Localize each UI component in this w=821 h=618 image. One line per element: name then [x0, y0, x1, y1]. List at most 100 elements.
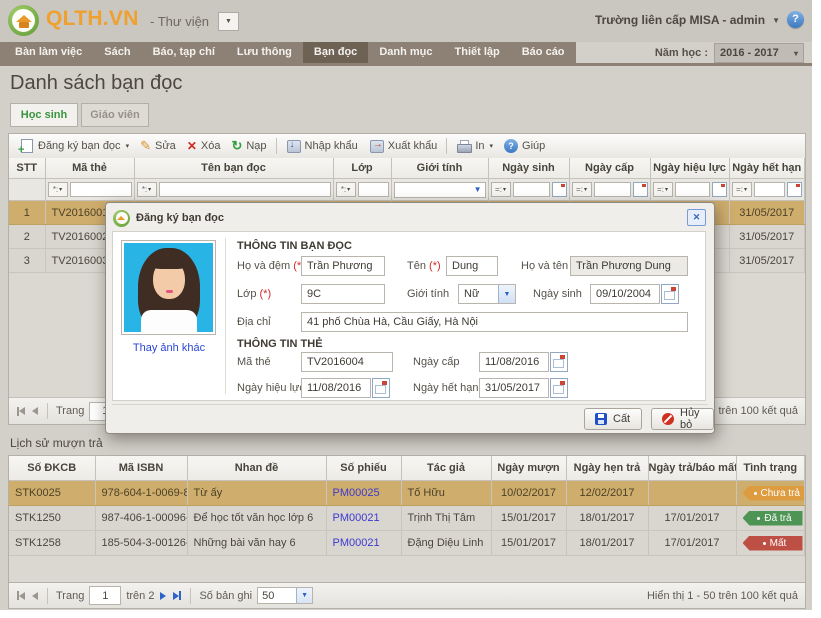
- help-icon[interactable]: ?: [787, 11, 804, 28]
- filter-input-ngay-het-han[interactable]: [754, 182, 786, 197]
- calendar-icon[interactable]: [661, 284, 679, 304]
- chevron-down-icon: ▼: [296, 588, 312, 603]
- table-row[interactable]: STK1250 987-406-1-00096-9 Để học tốt văn…: [9, 506, 805, 531]
- prev-page-button[interactable]: [31, 591, 39, 601]
- divider: [225, 238, 226, 394]
- change-photo-link[interactable]: Thay ảnh khác: [113, 342, 225, 354]
- ngay-cap-field[interactable]: [479, 352, 549, 372]
- column-header[interactable]: Nhan đề: [187, 456, 326, 481]
- loan-slip-link[interactable]: PM00021: [333, 512, 380, 524]
- filter-input-ten[interactable]: [159, 182, 331, 197]
- history-title: Lịch sử mượn trả: [10, 436, 103, 450]
- ten-field[interactable]: [446, 256, 498, 276]
- first-page-button[interactable]: [16, 590, 26, 601]
- column-header[interactable]: Giới tính: [391, 158, 488, 179]
- loan-slip-link[interactable]: PM00025: [333, 487, 380, 499]
- calendar-icon[interactable]: [552, 182, 567, 197]
- filter-operator-icon[interactable]: =:▾: [653, 182, 673, 197]
- calendar-icon[interactable]: [787, 182, 802, 197]
- column-header[interactable]: Lớp: [333, 158, 391, 179]
- calendar-icon[interactable]: [712, 182, 727, 197]
- nav-item-bao-cao[interactable]: Báo cáo: [511, 42, 576, 63]
- save-button[interactable]: Cất: [584, 408, 642, 430]
- table-row[interactable]: STK1258 185-504-3-00126-5 Những bài văn …: [9, 531, 805, 556]
- ma-the-field[interactable]: [301, 352, 393, 372]
- filter-input-ngay-cap[interactable]: [594, 182, 631, 197]
- loan-slip-link[interactable]: PM00021: [333, 537, 380, 549]
- print-button[interactable]: In▾: [452, 136, 497, 156]
- calendar-icon[interactable]: [550, 378, 568, 398]
- calendar-icon[interactable]: [550, 352, 568, 372]
- nav-item-thiet-lap[interactable]: Thiết lập: [444, 42, 511, 63]
- filter-operator-icon[interactable]: *:▾: [336, 182, 356, 197]
- filter-input-ma-the[interactable]: [70, 182, 132, 197]
- filter-operator-icon[interactable]: *:▾: [48, 182, 68, 197]
- gioi-tinh-select[interactable]: Nữ ▼: [458, 284, 516, 304]
- tab-hoc-sinh[interactable]: Học sinh: [10, 103, 78, 127]
- import-button[interactable]: ↓ Nhập khẩu: [282, 136, 362, 156]
- first-page-button[interactable]: [16, 406, 26, 417]
- filter-operator-icon[interactable]: =:▾: [732, 182, 752, 197]
- delete-button[interactable]: ✕Xóa: [183, 136, 225, 156]
- filter-operator-icon[interactable]: =:▾: [572, 182, 592, 197]
- column-header[interactable]: Mã ISBN: [95, 456, 187, 481]
- cancel-button[interactable]: Hủy bỏ: [651, 408, 714, 430]
- next-page-button[interactable]: [159, 591, 167, 601]
- ngay-sinh-field[interactable]: [590, 284, 660, 304]
- ho-va-dem-field[interactable]: [301, 256, 385, 276]
- column-header[interactable]: Tên bạn đọc: [134, 158, 333, 179]
- filter-operator-icon[interactable]: *:▾: [137, 182, 157, 197]
- column-header[interactable]: Số ĐKCB: [9, 456, 95, 481]
- prev-page-button[interactable]: [31, 406, 39, 416]
- filter-input-ngay-hieu-luc[interactable]: [675, 182, 710, 197]
- column-header[interactable]: Tình trạng: [736, 456, 805, 481]
- calendar-icon[interactable]: [633, 182, 648, 197]
- calendar-icon[interactable]: [372, 378, 390, 398]
- dialog-body: Thay ảnh khác THÔNG TIN BẠN ĐỌC Họ và đệ…: [112, 231, 706, 401]
- filter-select-gioi-tinh[interactable]: ▼: [394, 182, 486, 198]
- column-header[interactable]: Tác giả: [401, 456, 491, 481]
- edit-button[interactable]: ✎Sửa: [136, 136, 180, 156]
- ngay-het-han-field[interactable]: [479, 378, 549, 398]
- nav-item-bao-tap-chi[interactable]: Báo, tạp chí: [142, 42, 226, 63]
- page-number-input[interactable]: [89, 586, 121, 605]
- help-icon: ?: [504, 139, 518, 153]
- filter-operator-icon[interactable]: =:▾: [491, 182, 511, 197]
- module-dropdown-button[interactable]: ▼: [218, 12, 239, 31]
- school-year-select[interactable]: 2016 - 2017 ▾: [714, 43, 804, 63]
- nav-item-luu-thong[interactable]: Lưu thông: [226, 42, 303, 63]
- column-header[interactable]: Số phiếu: [326, 456, 401, 481]
- dia-chi-field[interactable]: [301, 312, 688, 332]
- filter-input-lop[interactable]: [358, 182, 389, 197]
- refresh-button[interactable]: ↻Nạp: [227, 136, 270, 156]
- column-header[interactable]: Ngày hẹn trả: [566, 456, 648, 481]
- nav-item-ban-lam-viec[interactable]: Bàn làm việc: [4, 42, 93, 63]
- filter-input-ngay-sinh[interactable]: [513, 182, 550, 197]
- column-header[interactable]: Ngày trả/báo mất: [648, 456, 736, 481]
- column-header[interactable]: Ngày cấp: [569, 158, 650, 179]
- last-page-button[interactable]: [172, 590, 182, 601]
- nav-item-ban-doc[interactable]: Bạn đọc: [303, 42, 368, 63]
- nav-item-sach[interactable]: Sách: [93, 42, 141, 63]
- column-header[interactable]: Ngày hiệu lực: [650, 158, 729, 179]
- column-header[interactable]: Ngày mượn: [491, 456, 566, 481]
- pager-info: Hiển thị 1 - 50 trên 100 kết quả: [647, 590, 798, 602]
- column-header[interactable]: Ngày hết hạn: [729, 158, 805, 179]
- close-button[interactable]: ✕: [687, 209, 706, 226]
- ngay-hieu-luc-field[interactable]: [301, 378, 371, 398]
- user-menu[interactable]: Trường liên cấp MISA - admin ▼: [595, 13, 780, 27]
- records-per-page-select[interactable]: 50▼: [257, 587, 313, 604]
- lop-field[interactable]: [301, 284, 385, 304]
- add-reader-button[interactable]: + Đăng ký bạn đọc▾: [15, 136, 133, 156]
- column-header[interactable]: Ngày sinh: [488, 158, 569, 179]
- add-reader-icon: +: [19, 139, 34, 153]
- export-button[interactable]: → Xuất khẩu: [365, 136, 442, 156]
- column-header[interactable]: STT: [9, 158, 45, 179]
- tab-giao-vien[interactable]: Giáo viên: [81, 103, 149, 127]
- dialog-title-bar[interactable]: Đăng ký bạn đọc: [113, 208, 684, 228]
- section-card-info: THÔNG TIN THẺ: [237, 334, 323, 354]
- table-row[interactable]: STK0025 978-604-1-0069-8 Từ ấy PM00025 T…: [9, 481, 805, 506]
- nav-item-danh-muc[interactable]: Danh mục: [368, 42, 443, 63]
- column-header[interactable]: Mã thẻ: [45, 158, 134, 179]
- help-button[interactable]: ?Giúp: [500, 136, 549, 156]
